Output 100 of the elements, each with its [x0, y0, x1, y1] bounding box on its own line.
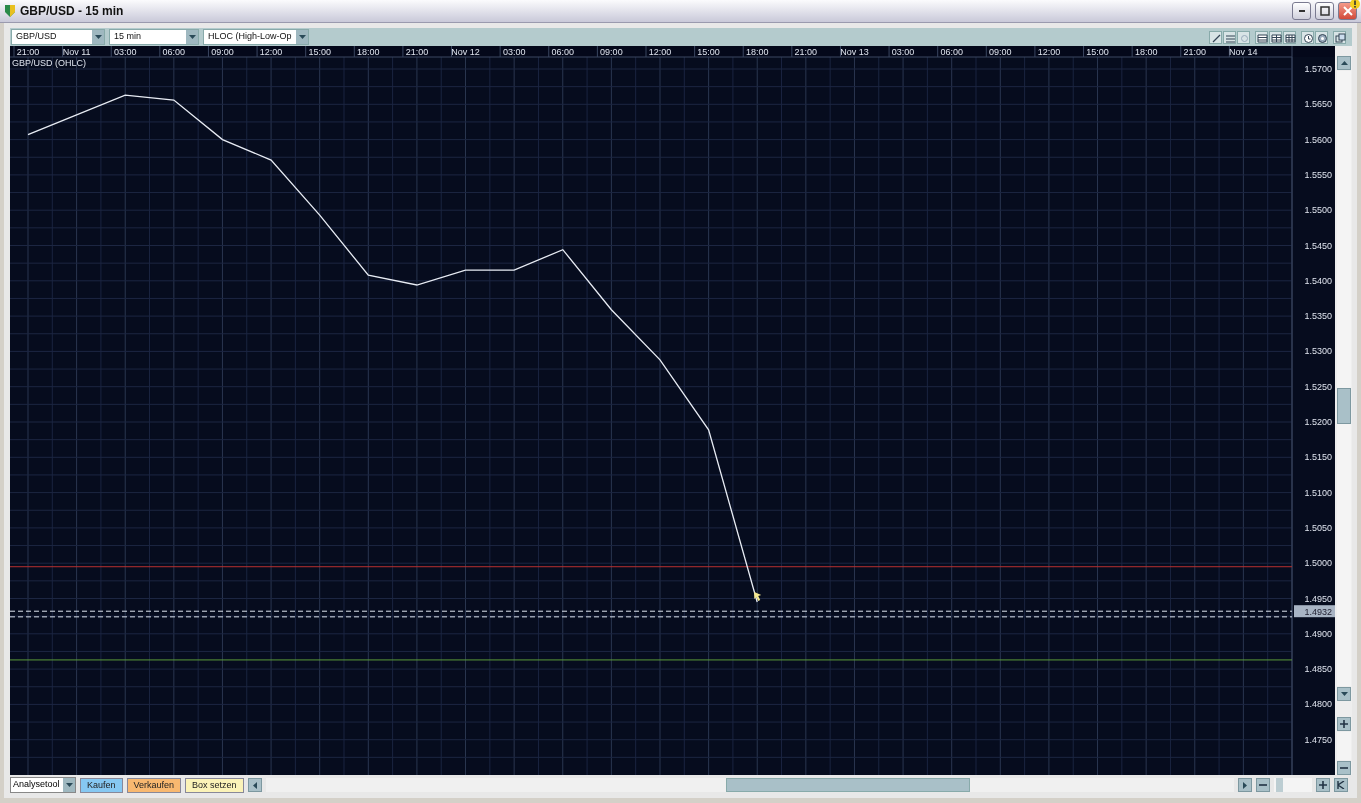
price-tick-label: 1.5600	[1304, 134, 1332, 145]
price-tick-label: 1.5000	[1304, 558, 1332, 569]
chart-type-dropdown[interactable]: HLOC (High-Low-Op	[203, 29, 309, 45]
maximize-button[interactable]	[1315, 2, 1334, 20]
price-label: 1.4932	[1294, 605, 1335, 618]
time-label: 18:00	[1134, 47, 1158, 57]
price-tick-label: 1.5400	[1304, 275, 1332, 286]
scroll-down-button[interactable]	[1337, 687, 1351, 701]
time-label: 18:00	[357, 47, 380, 57]
tool-dropdown[interactable]: Analysetool	[10, 777, 76, 793]
scroll-thumb[interactable]	[725, 778, 970, 792]
time-label: 06:00	[940, 47, 963, 57]
caret-icon	[188, 35, 196, 39]
minimize-button[interactable]	[1292, 2, 1311, 20]
time-label: 06:00	[551, 47, 575, 57]
toolbar-button[interactable]	[1301, 30, 1314, 44]
minus-icon	[1340, 767, 1348, 769]
price-tick-label: 1.5500	[1304, 205, 1332, 216]
alert-icon	[1350, 0, 1360, 9]
zoom-out-button[interactable]	[1256, 778, 1270, 792]
action-button[interactable]: Kaufen	[80, 777, 123, 793]
table-icon	[1270, 31, 1283, 45]
time-label: 18:00	[745, 47, 769, 57]
plus-icon	[1340, 720, 1348, 728]
close-icon	[1342, 6, 1353, 16]
time-label: 06:00	[162, 47, 186, 57]
minimize-icon	[1298, 10, 1305, 12]
toolbar-button[interactable]	[1283, 30, 1296, 44]
settings-icon	[1316, 31, 1329, 45]
left-arrow-icon	[252, 781, 257, 789]
plus-icon	[1319, 781, 1327, 789]
time-label: 12:00	[259, 47, 283, 57]
marker-icon	[754, 592, 762, 602]
time-label: 09:00	[211, 47, 234, 57]
clock-icon	[1302, 31, 1315, 45]
minus-icon	[1259, 784, 1267, 786]
toolbar-button[interactable]	[1315, 30, 1328, 44]
time-label: Nov 14	[1229, 47, 1258, 57]
action-button[interactable]: Box setzen	[185, 777, 244, 793]
price-tick-label: 1.5100	[1304, 487, 1332, 498]
right-arrow-icon	[1243, 781, 1247, 789]
time-label: 15:00	[308, 47, 331, 57]
time-label: 21:00	[794, 47, 818, 57]
price-tick-label: 1.4850	[1304, 664, 1332, 675]
zoom-out-button[interactable]	[1337, 761, 1351, 775]
price-tick-label: 1.5700	[1304, 64, 1332, 74]
price-tick-label: 1.5450	[1304, 240, 1332, 251]
toolbar-button[interactable]	[1333, 30, 1346, 44]
scroll-up-button[interactable]	[1337, 56, 1351, 70]
price-tick-label: 1.4800	[1304, 699, 1332, 710]
toolbar-button[interactable]	[1269, 30, 1282, 44]
caret-icon	[1340, 692, 1348, 696]
window-title: GBP/USD - 15 min	[20, 4, 125, 18]
time-label: 21:00	[405, 47, 429, 57]
maximize-icon	[1319, 6, 1330, 16]
caret-icon	[65, 783, 73, 787]
ref-line-label: 1.4932	[1304, 606, 1332, 617]
windows-icon	[1334, 31, 1347, 45]
up-arrow-icon	[1340, 61, 1348, 65]
price-tick-label: 1.5250	[1304, 381, 1332, 392]
time-label: 12:00	[648, 47, 672, 57]
zoom-slider-handle[interactable]	[1276, 778, 1283, 792]
price-tick-label: 1.5650	[1304, 99, 1332, 110]
price-tick-label: 1.4950	[1304, 593, 1332, 604]
price-tick-label: 1.5050	[1304, 522, 1332, 533]
time-label: 03:00	[502, 47, 526, 57]
close-button[interactable]	[1338, 2, 1357, 20]
zoom-in-button[interactable]	[1337, 717, 1351, 731]
action-button[interactable]: Verkaufen	[126, 777, 182, 793]
time-label: Nov 11	[62, 47, 91, 57]
symbol-dropdown[interactable]: GBP/USD	[11, 29, 105, 45]
time-label: Nov 13	[840, 47, 869, 57]
chart-title: GBP/USD (OHLC)	[12, 58, 86, 68]
scroll-thumb[interactable]	[1337, 388, 1351, 424]
time-label: 15:00	[1086, 47, 1109, 57]
caret-icon	[94, 35, 102, 39]
table-icon	[1256, 31, 1269, 45]
time-label: 09:00	[600, 47, 623, 57]
price-tick-label: 1.5300	[1304, 346, 1332, 357]
interval-dropdown[interactable]: 15 min	[109, 29, 199, 45]
time-label: 15:00	[697, 47, 720, 57]
scroll-left-button[interactable]	[247, 778, 262, 792]
price-tick-label: 1.5350	[1304, 311, 1332, 322]
toolbar-button[interactable]	[1209, 30, 1222, 44]
time-label: 09:00	[989, 47, 1012, 57]
time-label: Nov 12	[451, 47, 480, 57]
price-tick-label: 1.5200	[1304, 417, 1332, 427]
scroll-right-button[interactable]	[1238, 778, 1252, 792]
reset-icon	[1337, 781, 1345, 789]
time-label: 03:00	[113, 47, 137, 57]
caret-icon	[298, 35, 306, 39]
reset-button[interactable]	[1334, 778, 1348, 792]
toolbar-button[interactable]	[1255, 30, 1268, 44]
app-icon	[4, 4, 16, 18]
zoom-in-button[interactable]	[1316, 778, 1330, 792]
time-label: 21:00	[1183, 47, 1207, 57]
price-tick-label: 1.4750	[1304, 734, 1332, 745]
table-icon	[1284, 31, 1297, 45]
time-label: 12:00	[1037, 47, 1061, 57]
time-label: 21:00	[16, 47, 40, 57]
